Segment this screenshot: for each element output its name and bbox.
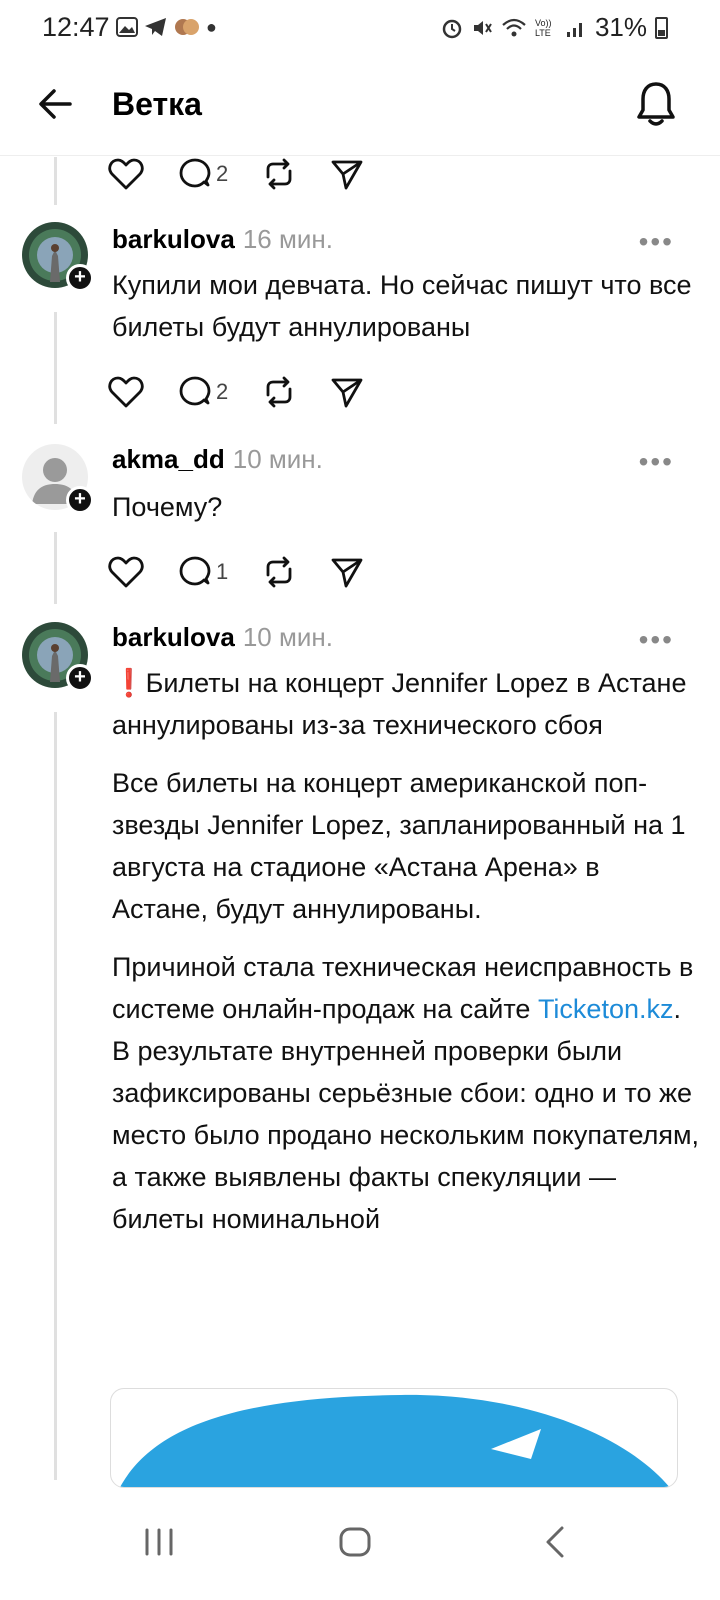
- page-title: Ветка: [112, 86, 202, 122]
- image-preview: [120, 1394, 670, 1487]
- gallery-icon: [116, 17, 138, 37]
- post-header: barkulova 10 мин.: [112, 622, 333, 653]
- send-icon: [331, 558, 363, 588]
- status-right: Vo)) LTE 31%: [441, 12, 668, 43]
- post-paragraph: ❗Билеты на концерт Jennifer Lopez в Аста…: [112, 668, 687, 740]
- notifications-button[interactable]: [636, 80, 676, 128]
- battery-percent: 31%: [594, 12, 647, 42]
- share-button[interactable]: [330, 154, 364, 194]
- status-bar: 12:47 ● Vo)) LTE 31%: [0, 0, 720, 56]
- back-button[interactable]: [36, 84, 76, 124]
- share-button[interactable]: [330, 372, 364, 412]
- repost-button[interactable]: [262, 552, 296, 592]
- system-nav-bar: [0, 1488, 720, 1600]
- heart-icon: [108, 376, 144, 408]
- post-body: Купили мои девчата. Но сейчас пишут что …: [112, 264, 702, 348]
- thread-line: [54, 712, 57, 1480]
- like-button[interactable]: [108, 372, 144, 412]
- bell-icon: [637, 82, 675, 126]
- like-button[interactable]: [108, 154, 144, 194]
- recents-icon: [145, 1528, 173, 1556]
- reply-button[interactable]: 2: [178, 154, 228, 194]
- reply-count: 1: [216, 559, 229, 584]
- recents-button[interactable]: [142, 1522, 176, 1566]
- thread-line: [54, 532, 57, 604]
- more-options-button[interactable]: •••: [639, 446, 674, 478]
- follow-plus-icon[interactable]: +: [66, 264, 94, 292]
- repost-icon: [266, 158, 292, 190]
- send-icon: [331, 160, 363, 190]
- alarm-icon: [442, 19, 462, 38]
- mute-icon: [473, 20, 492, 35]
- post-body: ❗Билеты на концерт Jennifer Lopez в Аста…: [112, 662, 702, 1256]
- post-text-segment: . В результате внутренней проверки были …: [112, 994, 700, 1234]
- username[interactable]: barkulova: [112, 224, 235, 254]
- back-nav-button[interactable]: [540, 1522, 570, 1566]
- post-actions: 2: [108, 154, 398, 194]
- username[interactable]: akma_dd: [112, 444, 225, 474]
- follow-plus-icon[interactable]: +: [66, 664, 94, 692]
- heart-icon: [108, 158, 144, 190]
- repost-icon: [266, 376, 292, 408]
- signal-icon: [566, 22, 582, 37]
- reply-count: 2: [216, 161, 229, 186]
- telegram-icon: [145, 18, 166, 36]
- reply-count: 2: [216, 379, 229, 404]
- heart-icon: [108, 556, 144, 588]
- avatar[interactable]: +: [22, 622, 94, 692]
- app-header: Ветка: [0, 56, 720, 156]
- reply-button[interactable]: 1: [178, 552, 228, 592]
- comment-icon: [179, 158, 211, 188]
- post-time: 10 мин.: [232, 444, 323, 474]
- share-button[interactable]: [330, 552, 364, 592]
- more-notifications-icon: ●: [206, 16, 217, 37]
- username[interactable]: barkulova: [112, 622, 235, 652]
- avatar[interactable]: +: [22, 444, 94, 514]
- arrow-left-icon: [39, 89, 72, 119]
- post-actions: 1: [108, 552, 398, 592]
- post-image[interactable]: [110, 1388, 678, 1488]
- follow-plus-icon[interactable]: +: [66, 486, 94, 514]
- post-actions: 2: [108, 372, 398, 412]
- comment-icon: [179, 376, 211, 406]
- ticketon-link[interactable]: Ticketon.kz: [538, 994, 674, 1024]
- avatar[interactable]: +: [22, 222, 94, 292]
- post-paragraph: Почему?: [112, 492, 223, 522]
- chevron-left-icon: [546, 1526, 564, 1558]
- repost-button[interactable]: [262, 154, 296, 194]
- post-header: akma_dd 10 мин.: [112, 444, 323, 475]
- reply-button[interactable]: 2: [178, 372, 228, 412]
- more-options-button[interactable]: •••: [639, 624, 674, 656]
- more-options-button[interactable]: •••: [639, 226, 674, 258]
- app-avatar-icon: [175, 19, 199, 35]
- notification-icons: ●: [116, 14, 217, 40]
- post-paragraph: Причиной стала техническая неисправность…: [112, 946, 702, 1240]
- home-button[interactable]: [336, 1522, 376, 1566]
- battery-icon: [655, 16, 668, 39]
- post-time: 16 мин.: [242, 224, 333, 254]
- send-icon: [331, 378, 363, 408]
- home-icon: [339, 1527, 371, 1557]
- like-button[interactable]: [108, 552, 144, 592]
- lte-label: Vo)) LTE: [534, 17, 552, 38]
- post-body: Почему?: [112, 486, 702, 528]
- thread-line: [54, 157, 57, 205]
- repost-button[interactable]: [262, 372, 296, 412]
- post-time: 10 мин.: [242, 622, 333, 652]
- wifi-icon: [502, 18, 526, 36]
- post-paragraph: Купили мои девчата. Но сейчас пишут что …: [112, 270, 692, 342]
- post-header: barkulova 16 мин.: [112, 224, 333, 255]
- comment-icon: [179, 556, 211, 586]
- repost-icon: [266, 556, 292, 588]
- thread-line: [54, 312, 57, 424]
- post-paragraph: Все билеты на концерт американской поп-з…: [112, 768, 686, 924]
- status-time: 12:47: [42, 12, 110, 42]
